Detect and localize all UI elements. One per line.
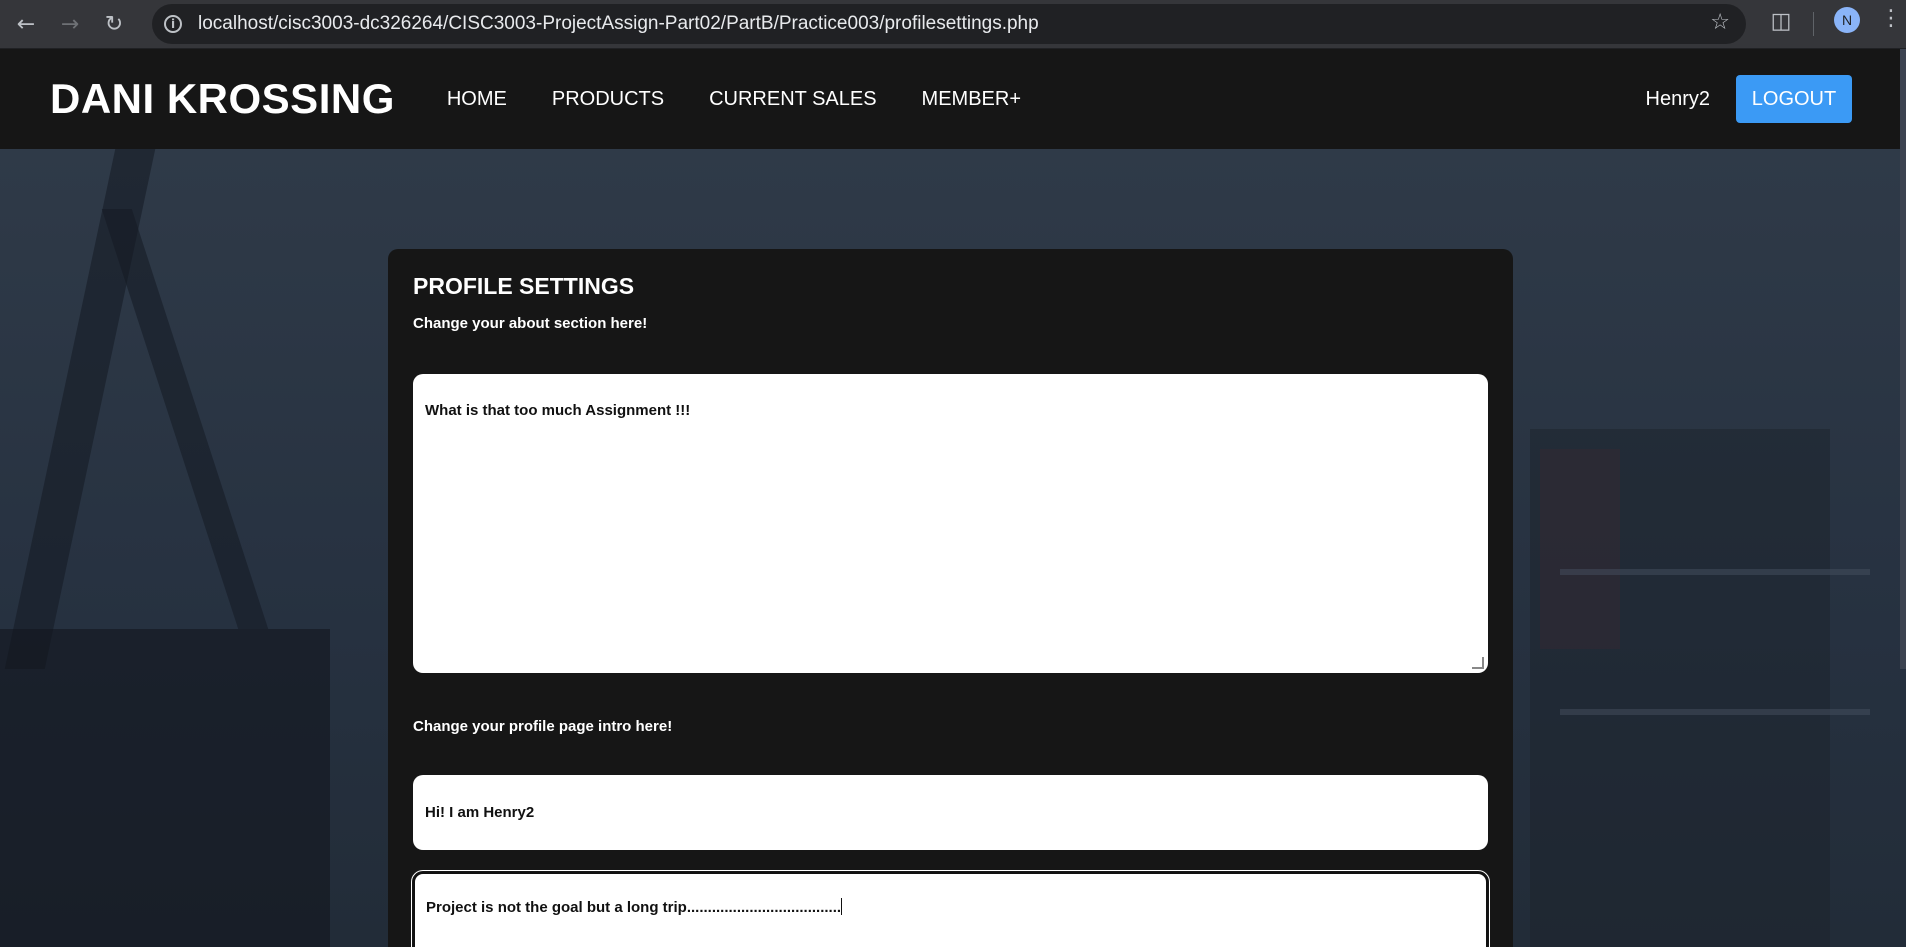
extensions-icon[interactable]: ◫ xyxy=(1768,8,1794,34)
profile-avatar[interactable]: N xyxy=(1834,7,1860,33)
site-logo[interactable]: DANI KROSSING xyxy=(50,75,395,123)
info-icon[interactable]: i xyxy=(164,15,182,33)
about-text[interactable]: What is that too much Assignment !!! xyxy=(425,402,690,419)
kebab-menu-icon[interactable]: ⋮ xyxy=(1880,6,1902,31)
main-nav: HOME PRODUCTS CURRENT SALES MEMBER+ xyxy=(447,88,1066,111)
page-title: PROFILE SETTINGS xyxy=(413,273,635,299)
address-bar[interactable]: i localhost/cisc3003-dc326264/CISC3003-P… xyxy=(152,4,1746,44)
about-label: Change your about section here! xyxy=(413,315,648,332)
intro-text-textarea[interactable]: Project is not the goal but a long trip.… xyxy=(411,870,1490,947)
nav-products[interactable]: PRODUCTS xyxy=(552,88,664,111)
page-scrollbar[interactable] xyxy=(1900,49,1906,669)
toolbar-divider xyxy=(1813,12,1814,36)
text-caret xyxy=(841,898,843,915)
about-textarea[interactable]: What is that too much Assignment !!! xyxy=(413,374,1488,673)
intro-text[interactable]: Project is not the goal but a long trip.… xyxy=(426,899,841,916)
browser-toolbar: ← → ↻ i localhost/cisc3003-dc326264/CISC… xyxy=(0,0,1906,49)
nav-home[interactable]: HOME xyxy=(447,88,507,111)
reload-icon[interactable]: ↻ xyxy=(96,6,132,42)
nav-current-sales[interactable]: CURRENT SALES xyxy=(709,88,876,111)
star-icon[interactable]: ☆ xyxy=(1710,10,1730,35)
intro-title-input[interactable] xyxy=(413,775,1488,850)
intro-label: Change your profile page intro here! xyxy=(413,718,673,735)
profile-settings-panel: PROFILE SETTINGS Change your about secti… xyxy=(388,249,1513,947)
resize-grip-icon[interactable] xyxy=(1472,657,1484,669)
nav-member-plus[interactable]: MEMBER+ xyxy=(922,88,1021,111)
url-text[interactable]: localhost/cisc3003-dc326264/CISC3003-Pro… xyxy=(198,13,1039,35)
logout-button[interactable]: LOGOUT xyxy=(1736,75,1852,123)
site-header: DANI KROSSING HOME PRODUCTS CURRENT SALE… xyxy=(0,49,1906,149)
username[interactable]: Henry2 xyxy=(1646,88,1710,111)
forward-icon[interactable]: → xyxy=(52,6,88,42)
back-icon[interactable]: ← xyxy=(8,6,44,42)
